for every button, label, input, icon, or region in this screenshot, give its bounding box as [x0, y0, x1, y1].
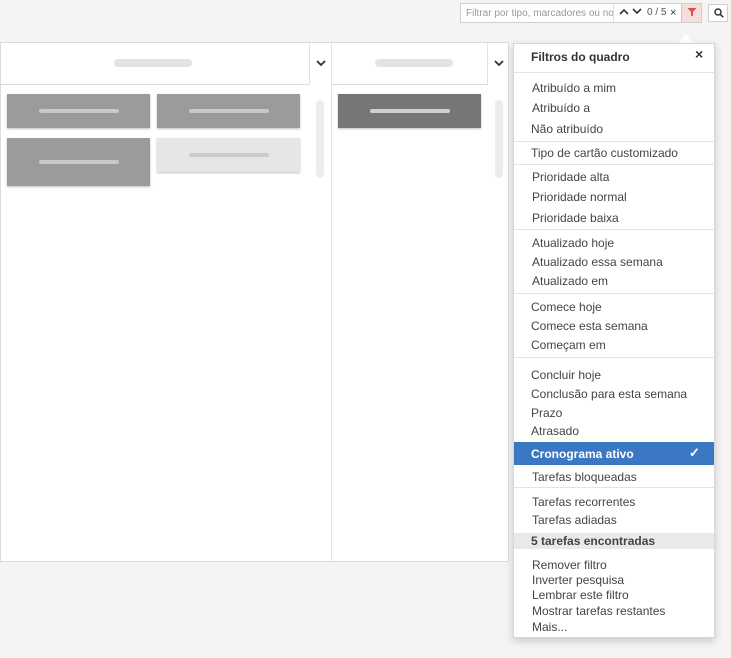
divider [514, 72, 714, 73]
column-collapse-button[interactable] [309, 43, 331, 85]
filter-toggle-button[interactable] [681, 4, 701, 22]
task-card[interactable] [7, 138, 150, 186]
remove-filter-link[interactable]: Remover filtro [532, 558, 607, 572]
filter-active-schedule[interactable]: Cronograma ativo ✓ [514, 442, 714, 465]
result-count-bar: 5 tarefas encontradas [514, 533, 714, 549]
filter-deadline[interactable]: Prazo [531, 406, 562, 420]
filter-search-input[interactable] [461, 4, 616, 22]
chevron-down-icon[interactable] [631, 5, 643, 21]
more-link[interactable]: Mais... [532, 620, 567, 634]
column-collapse-button[interactable] [487, 43, 509, 85]
divider [514, 293, 714, 294]
filter-unassigned[interactable]: Não atribuído [531, 122, 603, 136]
column-scrollbar[interactable] [316, 100, 324, 178]
result-counter: 0 / 5 [647, 7, 667, 18]
filter-updated-on[interactable]: Atualizado em [532, 274, 608, 288]
filter-priority-low[interactable]: Prioridade baixa [532, 211, 619, 225]
divider [514, 229, 714, 230]
dropdown-title: Filtros do quadro [531, 50, 630, 64]
board-filter-search: 0 / 5 × [460, 3, 702, 23]
column-header [332, 43, 487, 85]
filter-assigned-to[interactable]: Atribuído a [532, 101, 590, 115]
filter-due-this-week[interactable]: Conclusão para esta semana [531, 387, 687, 401]
chevron-up-icon[interactable] [618, 5, 630, 21]
filter-blocked-tasks[interactable]: Tarefas bloqueadas [532, 470, 637, 484]
filter-overdue[interactable]: Atrasado [531, 424, 579, 438]
column-divider [331, 43, 332, 561]
column-scrollbar[interactable] [495, 100, 503, 178]
card-title-placeholder [38, 160, 119, 164]
filter-due-today[interactable]: Concluir hoje [531, 368, 601, 382]
funnel-icon [687, 8, 697, 17]
result-count: 5 tarefas encontradas [531, 534, 656, 548]
card-title-placeholder [188, 109, 269, 113]
filter-active-schedule-label: Cronograma ativo [531, 447, 634, 461]
divider [514, 487, 714, 488]
chevron-down-icon [316, 60, 326, 67]
clear-search-button[interactable]: × [670, 4, 676, 22]
column-title-placeholder [375, 59, 453, 67]
show-remaining-tasks-link[interactable]: Mostrar tarefas restantes [532, 604, 665, 618]
close-icon[interactable]: × [695, 46, 703, 62]
filter-start-on[interactable]: Começam em [531, 338, 606, 352]
filter-assigned-to-me[interactable]: Atribuído a mim [532, 81, 616, 95]
task-card[interactable] [338, 94, 481, 128]
remember-filter-link[interactable]: Lembrar este filtro [532, 588, 629, 602]
filter-start-today[interactable]: Comece hoje [531, 300, 602, 314]
filter-start-this-week[interactable]: Comece esta semana [531, 319, 648, 333]
board-filters-dropdown: Filtros do quadro × Atribuído a mim Atri… [513, 43, 715, 638]
column-header [1, 43, 309, 85]
filter-priority-normal[interactable]: Prioridade normal [532, 190, 627, 204]
search-icon [714, 8, 724, 18]
card-title-placeholder [188, 153, 269, 157]
card-title-placeholder [369, 109, 450, 113]
task-card[interactable] [7, 94, 150, 128]
task-card[interactable] [157, 94, 300, 128]
task-card[interactable] [157, 138, 300, 172]
filter-postponed-tasks[interactable]: Tarefas adiadas [532, 513, 617, 527]
filter-recurring-tasks[interactable]: Tarefas recorrentes [532, 495, 635, 509]
divider [514, 357, 714, 358]
filter-priority-high[interactable]: Prioridade alta [532, 170, 609, 184]
filter-updated-this-week[interactable]: Atualizado essa semana [532, 255, 663, 269]
column-title-placeholder [114, 59, 192, 67]
dropdown-pointer [678, 34, 694, 43]
filter-custom-card-type[interactable]: Tipo de cartão customizado [531, 146, 678, 160]
filter-updated-today[interactable]: Atualizado hoje [532, 236, 614, 250]
kanban-board [0, 42, 509, 562]
checkmark-icon: ✓ [689, 445, 700, 460]
chevron-down-icon [494, 60, 504, 67]
invert-search-link[interactable]: Inverter pesquisa [532, 573, 624, 587]
search-button[interactable] [708, 4, 728, 22]
card-title-placeholder [38, 109, 119, 113]
search-result-nav: 0 / 5 × [613, 4, 683, 22]
divider [514, 164, 714, 165]
divider [514, 141, 714, 142]
